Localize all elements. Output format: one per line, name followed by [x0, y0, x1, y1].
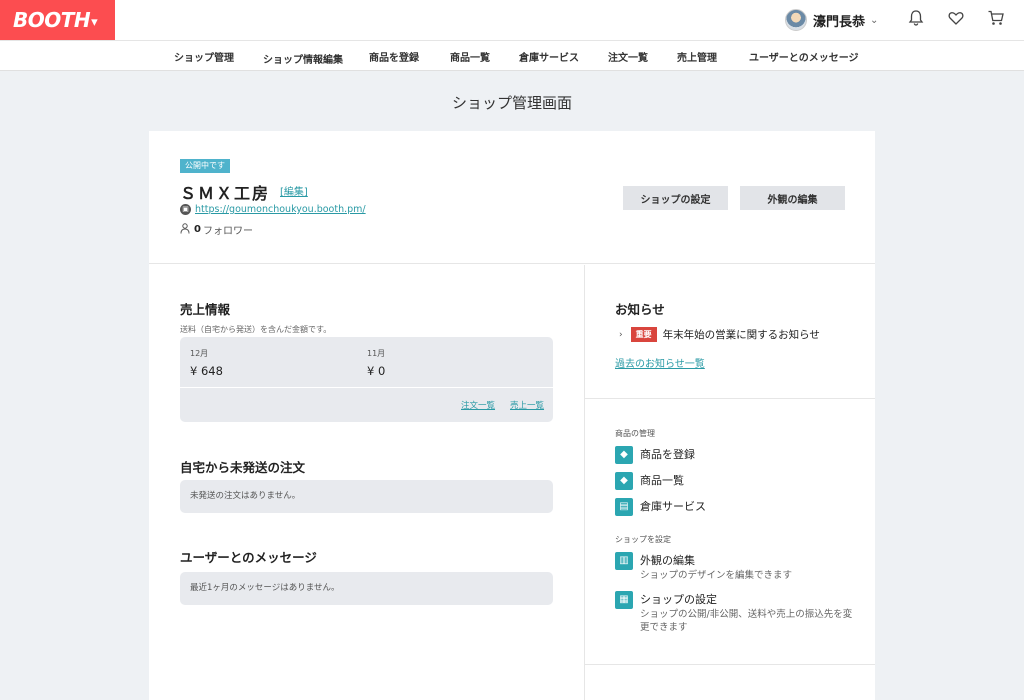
warehouse-icon: ▤ — [615, 498, 633, 516]
menu-label: 商品を登録 — [640, 448, 695, 461]
unshipped-title: 自宅から未発送の注文 — [180, 460, 306, 475]
shop-nav: ショップ管理 ショップ情報編集 商品を登録 商品一覧 倉庫サービス 注文一覧 売… — [0, 40, 1024, 71]
edit-shop-name-link[interactable]: [編集] — [280, 183, 308, 198]
shop-name: ＳＭＸ工房 — [180, 184, 271, 203]
menu-edit-appearance[interactable]: ▥ 外観の編集 ショップのデザインを編集できます — [615, 552, 855, 583]
page-title: ショップ管理画面 — [451, 94, 572, 112]
menu-label: 商品一覧 — [640, 474, 684, 487]
top-header: BOOTH▾ 濠門長恭 ⌄ — [0, 0, 1024, 40]
diamond-icon: ◆ — [615, 446, 633, 464]
logo-text: BOOTH — [13, 8, 91, 32]
menu-shop-settings[interactable]: ▦ ショップの設定 ショップの公開/非公開、送料や売上の振込先を変更できます — [615, 591, 855, 634]
avatar — [785, 9, 807, 31]
sales-list-link[interactable]: 売上一覧 — [510, 399, 544, 411]
booth-shop-icon: ▣ — [180, 204, 191, 215]
shop-header: 公開中です ＳＭＸ工房 [編集] ▣ https://goumonchoukyo… — [149, 131, 875, 264]
shop-settings-button[interactable]: ショップの設定 — [623, 186, 728, 210]
divider — [585, 664, 875, 665]
month-label: 12月 — [190, 349, 209, 358]
important-tag: 重要 — [630, 327, 657, 342]
menu-label: ショップの設定 — [640, 593, 717, 606]
settings-icon: ▦ — [615, 591, 633, 609]
nav-add-product[interactable]: 商品を登録 — [369, 49, 419, 64]
sales-summary: 12月 ¥ 648 11月 ¥ 0 注文一覧 売上一覧 — [180, 337, 553, 422]
menu-label: 倉庫サービス — [640, 500, 706, 513]
edit-appearance-button[interactable]: 外観の編集 — [740, 186, 845, 210]
cart-icon[interactable] — [986, 9, 1006, 29]
product-management-label: 商品の管理 — [615, 429, 655, 438]
logo-mark-icon: ▾ — [91, 15, 98, 30]
chevron-down-icon: ⌄ — [870, 14, 879, 26]
sales-title: 売上情報 — [180, 302, 231, 317]
booth-logo[interactable]: BOOTH▾ — [0, 0, 115, 40]
divider — [180, 387, 553, 388]
nav-warehouse[interactable]: 倉庫サービス — [519, 49, 579, 64]
messages-title: ユーザーとのメッセージ — [180, 550, 317, 565]
design-icon: ▥ — [615, 552, 633, 570]
nav-shop-info-edit[interactable]: ショップ情報編集 — [263, 51, 343, 66]
divider — [585, 398, 875, 399]
past-news-link[interactable]: 過去のお知らせ一覧 — [615, 355, 705, 370]
menu-description: ショップのデザインを編集できます — [640, 570, 793, 581]
sales-amount: ¥ 0 — [367, 364, 386, 378]
follower-count: 0 フォロワー — [180, 222, 253, 237]
unshipped-empty: 未発送の注文はありません。 — [180, 480, 553, 513]
news-item-text: 年末年始の営業に関するお知らせ — [662, 329, 820, 341]
menu-label: 外観の編集 — [640, 554, 695, 567]
messages-empty: 最近1ヶ月のメッセージはありません。 — [180, 572, 553, 605]
bell-icon[interactable] — [906, 9, 926, 29]
status-badge: 公開中です — [180, 159, 230, 173]
chevron-right-icon: › — [619, 329, 623, 340]
diamond-icon: ◆ — [615, 472, 633, 490]
orders-list-link[interactable]: 注文一覧 — [461, 399, 495, 411]
news-item[interactable]: › 重要 年末年始の営業に関するお知らせ — [619, 327, 820, 342]
menu-description: ショップの公開/非公開、送料や売上の振込先を変更できます — [640, 609, 853, 633]
sales-amount: ¥ 648 — [190, 364, 223, 378]
month-label: 11月 — [367, 349, 386, 358]
shop-settings-label: ショップを設定 — [615, 535, 671, 544]
menu-product-list[interactable]: ◆ 商品一覧 — [615, 472, 684, 490]
column-divider — [584, 265, 585, 700]
heart-icon[interactable] — [946, 9, 966, 29]
shop-url-row: ▣ https://goumonchoukyou.booth.pm/ — [180, 204, 366, 215]
person-icon — [180, 222, 190, 237]
news-title: お知らせ — [615, 302, 665, 317]
follower-label: フォロワー — [202, 226, 253, 237]
user-menu[interactable]: 濠門長恭 ⌄ — [785, 9, 878, 31]
nav-sales[interactable]: 売上管理 — [677, 49, 717, 64]
menu-warehouse[interactable]: ▤ 倉庫サービス — [615, 498, 706, 516]
nav-messages[interactable]: ユーザーとのメッセージ — [749, 49, 859, 64]
follower-number: 0 — [194, 224, 201, 235]
nav-orders[interactable]: 注文一覧 — [608, 49, 648, 64]
sales-note: 送料（自宅から発送）を含んだ金額です。 — [180, 325, 332, 334]
shop-url-link[interactable]: https://goumonchoukyou.booth.pm/ — [195, 204, 366, 215]
dashboard-card: 公開中です ＳＭＸ工房 [編集] ▣ https://goumonchoukyo… — [149, 131, 875, 700]
nav-product-list[interactable]: 商品一覧 — [450, 49, 490, 64]
nav-shop-management[interactable]: ショップ管理 — [174, 49, 234, 64]
menu-add-product[interactable]: ◆ 商品を登録 — [615, 446, 695, 464]
user-name: 濠門長恭 — [813, 14, 866, 30]
